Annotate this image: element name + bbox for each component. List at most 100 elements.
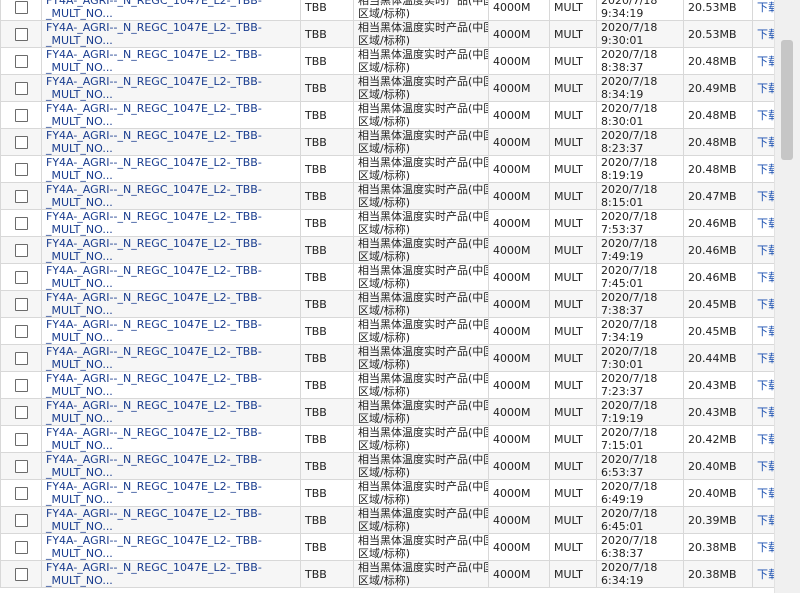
download-link[interactable]: 下载	[757, 244, 775, 257]
row-checkbox[interactable]	[14, 324, 28, 338]
product-description-line1: 相当黑体温度实时产品(中国	[358, 237, 489, 251]
row-checkbox[interactable]	[14, 378, 28, 392]
file-name-link[interactable]: FY4A-_AGRI--_N_REGC_1047E_L2-_TBB- _MULT_…	[46, 22, 296, 47]
row-checkbox[interactable]	[14, 432, 28, 446]
row-checkbox[interactable]	[14, 0, 28, 14]
file-name-link[interactable]: FY4A-_AGRI--_N_REGC_1047E_L2-_TBB- _MULT_…	[46, 400, 296, 425]
row-checkbox[interactable]	[14, 513, 28, 527]
row-checkbox[interactable]	[14, 459, 28, 473]
file-name-link[interactable]: FY4A-_AGRI--_N_REGC_1047E_L2-_TBB- _MULT_…	[46, 454, 296, 479]
file-name-line2: _MULT_NO...	[46, 115, 113, 128]
download-link[interactable]: 下载	[757, 325, 775, 338]
table-row: FY4A-_AGRI--_N_REGC_1047E_L2-_TBB- _MULT_…	[0, 263, 775, 291]
file-name-link[interactable]: FY4A-_AGRI--_N_REGC_1047E_L2-_TBB- _MULT_…	[46, 76, 296, 101]
file-name-line2: _MULT_NO...	[46, 223, 113, 236]
product-description-line1: 相当黑体温度实时产品(中国	[358, 534, 489, 548]
file-name-link[interactable]: FY4A-_AGRI--_N_REGC_1047E_L2-_TBB- _MULT_…	[46, 184, 296, 209]
file-name-link[interactable]: FY4A-_AGRI--_N_REGC_1047E_L2-_TBB- _MULT_…	[46, 157, 296, 182]
file-name-link[interactable]: FY4A-_AGRI--_N_REGC_1047E_L2-_TBB- _MULT_…	[46, 211, 296, 236]
timestamp-date: 2020/7/18	[601, 480, 658, 494]
download-link[interactable]: 下载	[757, 82, 775, 95]
timestamp-time: 7:19:19	[601, 412, 644, 425]
download-link[interactable]: 下载	[757, 568, 775, 581]
download-link[interactable]: 下载	[757, 379, 775, 392]
download-cell: 下载	[752, 128, 775, 156]
download-cell: 下载	[752, 155, 775, 183]
file-size-cell: 20.48MB	[683, 47, 753, 75]
download-link[interactable]: 下载	[757, 271, 775, 284]
row-checkbox[interactable]	[14, 189, 28, 203]
product-description-line2: 区域/标称)	[358, 439, 410, 452]
download-link[interactable]: 下载	[757, 541, 775, 554]
file-name-link[interactable]: FY4A-_AGRI--_N_REGC_1047E_L2-_TBB- _MULT_…	[46, 103, 296, 128]
row-checkbox[interactable]	[14, 243, 28, 257]
row-checkbox[interactable]	[14, 405, 28, 419]
row-checkbox[interactable]	[14, 540, 28, 554]
row-checkbox[interactable]	[14, 270, 28, 284]
row-checkbox[interactable]	[14, 486, 28, 500]
file-name-link[interactable]: FY4A-_AGRI--_N_REGC_1047E_L2-_TBB- _MULT_…	[46, 373, 296, 398]
file-name-link[interactable]: FY4A-_AGRI--_N_REGC_1047E_L2-_TBB- _MULT_…	[46, 265, 296, 290]
file-name-link[interactable]: FY4A-_AGRI--_N_REGC_1047E_L2-_TBB- _MULT_…	[46, 49, 296, 74]
row-checkbox[interactable]	[14, 297, 28, 311]
download-link[interactable]: 下载	[757, 433, 775, 446]
file-name-link[interactable]: FY4A-_AGRI--_N_REGC_1047E_L2-_TBB- _MULT_…	[46, 481, 296, 506]
product-type-cell: TBB	[300, 290, 354, 318]
file-name-link[interactable]: FY4A-_AGRI--_N_REGC_1047E_L2-_TBB- _MULT_…	[46, 237, 296, 263]
file-name-link[interactable]: FY4A-_AGRI--_N_REGC_1047E_L2-_TBB- _MULT_…	[46, 319, 296, 344]
file-name-cell: FY4A-_AGRI--_N_REGC_1047E_L2-_TBB- _MULT_…	[41, 317, 301, 345]
download-link[interactable]: 下载	[757, 217, 775, 230]
table-row: FY4A-_AGRI--_N_REGC_1047E_L2-_TBB- _MULT_…	[0, 236, 775, 264]
file-name-link[interactable]: FY4A-_AGRI--_N_REGC_1047E_L2-_TBB- _MULT_…	[46, 562, 296, 587]
file-name-link[interactable]: FY4A-_AGRI--_N_REGC_1047E_L2-_TBB- _MULT_…	[46, 346, 296, 371]
download-link[interactable]: 下载	[757, 514, 775, 527]
row-checkbox-cell	[0, 155, 42, 183]
product-description-line2: 区域/标称)	[358, 34, 410, 47]
file-name-link[interactable]: FY4A-_AGRI--_N_REGC_1047E_L2-_TBB- _MULT_…	[46, 292, 296, 317]
download-link[interactable]: 下载	[757, 487, 775, 500]
download-link[interactable]: 下载	[757, 352, 775, 365]
file-name-link[interactable]: FY4A-_AGRI--_N_REGC_1047E_L2-_TBB- _MULT_…	[46, 0, 296, 20]
file-name-link[interactable]: FY4A-_AGRI--_N_REGC_1047E_L2-_TBB- _MULT_…	[46, 130, 296, 155]
row-checkbox-cell	[0, 290, 42, 318]
product-description-cell: 相当黑体温度实时产品(中国 区域/标称)	[353, 20, 489, 48]
file-name-line2: _MULT_NO...	[46, 34, 113, 47]
row-checkbox[interactable]	[14, 108, 28, 122]
file-name-link[interactable]: FY4A-_AGRI--_N_REGC_1047E_L2-_TBB- _MULT_…	[46, 427, 296, 452]
row-checkbox[interactable]	[14, 216, 28, 230]
row-checkbox[interactable]	[14, 27, 28, 41]
download-link[interactable]: 下载	[757, 28, 775, 41]
download-cell: 下载	[752, 398, 775, 426]
row-checkbox[interactable]	[14, 135, 28, 149]
row-checkbox-cell	[0, 263, 42, 291]
product-description-cell: 相当黑体温度实时产品(中国 区域/标称)	[353, 317, 489, 345]
download-link[interactable]: 下载	[757, 163, 775, 176]
download-link[interactable]: 下载	[757, 190, 775, 203]
row-checkbox[interactable]	[14, 162, 28, 176]
download-link[interactable]: 下载	[757, 55, 775, 68]
file-name-link[interactable]: FY4A-_AGRI--_N_REGC_1047E_L2-_TBB- _MULT_…	[46, 508, 296, 533]
download-link[interactable]: 下载	[757, 406, 775, 419]
product-description-line1: 相当黑体温度实时产品(中国	[358, 507, 489, 521]
row-checkbox[interactable]	[14, 54, 28, 68]
product-description-cell: 相当黑体温度实时产品(中国 区域/标称)	[353, 452, 489, 480]
file-name-line1: FY4A-_AGRI--_N_REGC_1047E_L2-_TBB-	[46, 237, 262, 251]
resolution-cell: 4000M	[488, 182, 550, 210]
product-type-cell: TBB	[300, 317, 354, 345]
download-link[interactable]: 下载	[757, 298, 775, 311]
file-name-cell: FY4A-_AGRI--_N_REGC_1047E_L2-_TBB- _MULT_…	[41, 425, 301, 453]
download-link[interactable]: 下载	[757, 136, 775, 149]
download-link[interactable]: 下载	[757, 460, 775, 473]
download-link[interactable]: 下载	[757, 1, 775, 14]
row-checkbox[interactable]	[14, 567, 28, 581]
download-link[interactable]: 下载	[757, 109, 775, 122]
file-name-link[interactable]: FY4A-_AGRI--_N_REGC_1047E_L2-_TBB- _MULT_…	[46, 535, 296, 560]
product-description-line2: 区域/标称)	[358, 385, 410, 398]
product-description-line1: 相当黑体温度实时产品(中国	[358, 75, 489, 89]
file-name-line2: _MULT_NO...	[46, 196, 113, 209]
row-checkbox[interactable]	[14, 81, 28, 95]
product-description-line2: 区域/标称)	[358, 466, 410, 479]
vertical-scrollbar[interactable]	[774, 0, 800, 593]
row-checkbox[interactable]	[14, 351, 28, 365]
scrollbar-thumb[interactable]	[781, 40, 793, 160]
